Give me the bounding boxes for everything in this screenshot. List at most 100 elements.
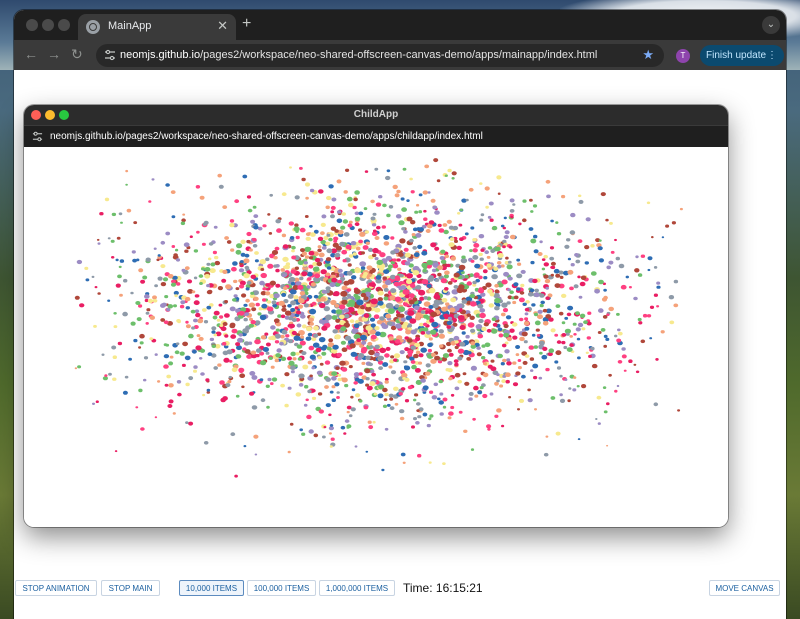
- particle: [497, 253, 504, 258]
- particle: [305, 196, 309, 200]
- particle: [616, 338, 622, 343]
- stop-main-button[interactable]: STOP MAIN: [101, 580, 160, 596]
- particle: [342, 259, 347, 263]
- particle: [363, 405, 369, 410]
- site-settings-icon[interactable]: [104, 49, 116, 61]
- forward-button[interactable]: →: [47, 46, 61, 62]
- particle: [251, 405, 258, 410]
- particle: [226, 349, 233, 355]
- particle: [464, 381, 470, 386]
- particle: [222, 396, 228, 401]
- particle: [615, 256, 620, 261]
- particle: [355, 246, 361, 251]
- particle: [206, 388, 211, 392]
- particle: [413, 398, 417, 402]
- particle: [97, 292, 101, 295]
- particle: [656, 281, 661, 285]
- particle: [248, 248, 253, 252]
- child-address-bar[interactable]: neomjs.github.io/pages2/workspace/neo-sh…: [24, 125, 728, 148]
- particle: [371, 372, 376, 377]
- particle: [405, 329, 412, 335]
- back-button[interactable]: ←: [24, 46, 38, 62]
- reload-button[interactable]: ↻: [71, 46, 83, 63]
- particle: [572, 322, 577, 326]
- particle: [487, 215, 492, 219]
- particle: [388, 336, 394, 341]
- particle: [334, 229, 339, 233]
- particle: [407, 310, 415, 316]
- particle: [118, 212, 123, 216]
- particle: [225, 383, 231, 388]
- move-canvas-button[interactable]: MOVE CANVAS: [709, 580, 780, 596]
- items-1m-button[interactable]: 1,000,000 ITEMS: [319, 580, 395, 596]
- particle: [473, 272, 480, 277]
- window-close-dot[interactable]: [26, 19, 38, 31]
- particle: [211, 326, 217, 331]
- particle: [341, 249, 348, 255]
- stop-animation-button[interactable]: STOP ANIMATION: [15, 580, 97, 596]
- particle: [373, 392, 378, 396]
- particle: [429, 390, 434, 394]
- particle: [201, 308, 207, 312]
- address-bar[interactable]: neomjs.github.io/pages2/workspace/neo-sh…: [96, 44, 664, 67]
- new-tab-button[interactable]: +: [242, 15, 251, 33]
- particle: [608, 260, 614, 265]
- particle: [363, 207, 368, 211]
- tab-mainapp[interactable]: MainApp ✕: [78, 14, 236, 40]
- particle: [218, 184, 224, 189]
- particle: [338, 314, 345, 320]
- particle: [465, 198, 469, 202]
- particle: [447, 316, 453, 321]
- particle: [305, 236, 311, 241]
- particle: [423, 296, 429, 300]
- particle: [382, 387, 388, 393]
- particle: [265, 291, 271, 296]
- profile-avatar[interactable]: T: [676, 49, 690, 63]
- window-zoom-dot[interactable]: [58, 19, 70, 31]
- particle: [335, 282, 341, 287]
- particle: [112, 355, 118, 359]
- particle: [163, 320, 169, 325]
- particle: [653, 402, 659, 407]
- bookmark-star-icon[interactable]: ★: [642, 47, 654, 63]
- particle: [457, 379, 463, 384]
- particle: [532, 278, 538, 284]
- particle: [329, 445, 333, 448]
- items-100k-button[interactable]: 100,000 ITEMS: [247, 580, 316, 596]
- site-settings-icon[interactable]: [32, 131, 43, 142]
- particle: [424, 164, 430, 169]
- particle: [383, 398, 388, 401]
- particle: [447, 168, 452, 173]
- particle: [311, 337, 317, 342]
- child-title-bar[interactable]: ChildApp: [24, 105, 728, 125]
- particle: [388, 393, 394, 398]
- particle: [346, 196, 353, 202]
- particle: [160, 282, 167, 287]
- offscreen-canvas[interactable]: [24, 147, 728, 527]
- particle: [193, 365, 198, 369]
- particle: [330, 214, 335, 219]
- tab-search-button[interactable]: ⌄: [762, 16, 780, 34]
- particle: [517, 366, 522, 370]
- particle: [459, 237, 464, 241]
- particle: [392, 263, 399, 269]
- window-minimize-dot[interactable]: [42, 19, 54, 31]
- particle: [287, 450, 291, 454]
- finish-update-button[interactable]: Finish update ⋮: [700, 45, 784, 66]
- kebab-menu-icon[interactable]: ⋮: [767, 45, 777, 66]
- particle: [416, 409, 420, 412]
- particle: [235, 249, 242, 255]
- particle: [550, 261, 556, 266]
- close-icon[interactable]: ✕: [217, 18, 228, 34]
- particle: [185, 421, 189, 424]
- particle: [254, 251, 259, 255]
- items-10k-button[interactable]: 10,000 ITEMS: [179, 580, 244, 596]
- particle: [541, 354, 548, 360]
- particle: [464, 232, 469, 236]
- particle: [513, 295, 519, 300]
- tab-bar: MainApp ✕ + ⌄: [14, 10, 786, 40]
- particle: [404, 252, 411, 258]
- particle: [114, 450, 118, 453]
- particle: [338, 273, 344, 278]
- particle: [472, 280, 477, 285]
